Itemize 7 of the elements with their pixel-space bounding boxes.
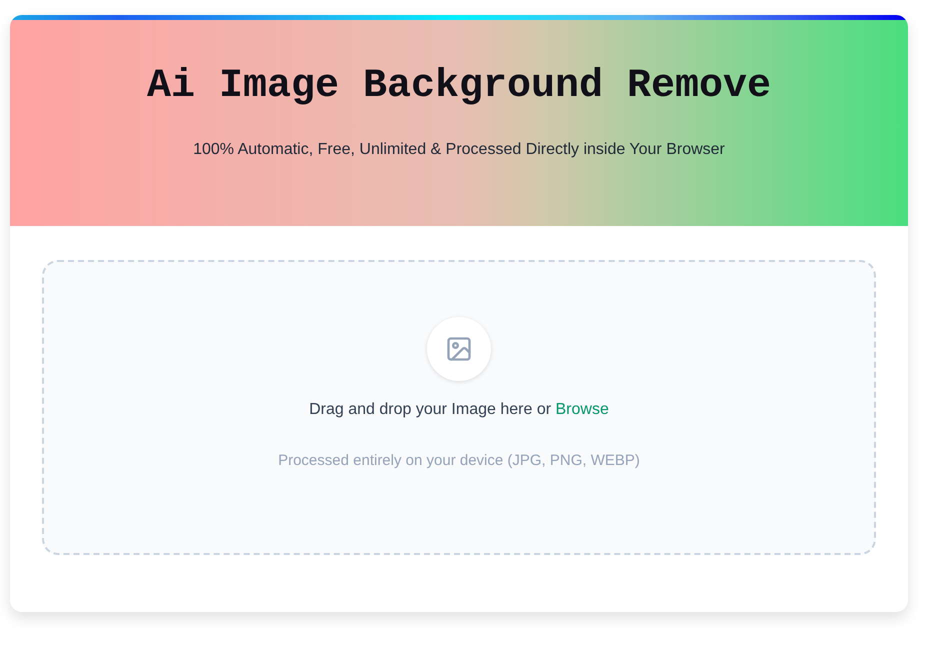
browse-link[interactable]: Browse [556, 401, 609, 418]
drop-prompt: Drag and drop your Image here or Browse [309, 400, 609, 420]
page-title: Ai Image Background Remove [146, 63, 772, 111]
format-note: Processed entirely on your device (JPG, PNG, WEBP) [278, 451, 640, 471]
drop-zone[interactable]: Drag and drop your Image here or Browse Processed entirely on your device (JPG, PNG, WEBP) [42, 260, 876, 555]
image-icon [427, 317, 491, 381]
page-subtitle: 100% Automatic, Free, Unlimited & Processed Directly inside Your Browser [193, 140, 725, 160]
